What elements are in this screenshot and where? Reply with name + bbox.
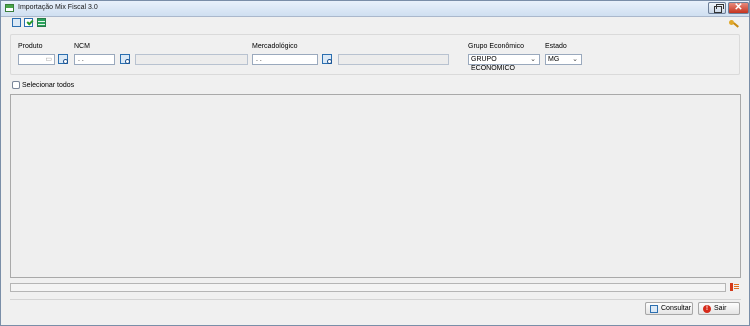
restore-icon-front: [714, 6, 722, 13]
title-bar: Importação Mix Fiscal 3.0 ✕: [1, 1, 749, 17]
ncm-value: . .: [78, 56, 84, 63]
produto-field[interactable]: ▭: [18, 54, 55, 65]
ncm-label: NCM: [74, 43, 90, 50]
footer-divider: [10, 299, 741, 320]
select-all-checkbox[interactable]: [12, 81, 20, 89]
ncm-search-icon[interactable]: [120, 54, 130, 64]
produto-label: Produto: [18, 43, 43, 50]
chevron-down-icon: ⌄: [530, 56, 536, 63]
close-icon: ✕: [734, 2, 743, 13]
status-bar: [10, 283, 726, 292]
produto-search-icon[interactable]: [58, 54, 68, 64]
ncm-description-field: [135, 54, 248, 65]
close-button[interactable]: ✕: [728, 2, 749, 14]
chevron-down-icon: ⌄: [572, 56, 578, 63]
exit-icon: !: [703, 305, 711, 313]
mercadologico-field[interactable]: . .: [252, 54, 318, 65]
sair-button[interactable]: ! Sair: [698, 302, 740, 315]
results-grid[interactable]: [10, 94, 741, 278]
mercadologico-value: . .: [256, 56, 262, 63]
grupo-economico-value: GRUPO ECONOMICO: [471, 56, 515, 72]
produto-stepper-icon: ▭: [45, 56, 52, 63]
key-icon[interactable]: [729, 20, 739, 28]
consult-toolbar-icon[interactable]: [12, 18, 21, 27]
window-title: Importação Mix Fiscal 3.0: [18, 4, 98, 11]
estado-select[interactable]: MG ⌄: [545, 54, 582, 65]
select-all-label[interactable]: Selecionar todos: [22, 82, 74, 89]
search-lookup-icon: [650, 305, 658, 313]
ncm-field[interactable]: . .: [74, 54, 115, 65]
spreadsheet-toolbar-icon[interactable]: [37, 18, 46, 27]
approve-toolbar-icon[interactable]: [24, 18, 33, 27]
mercadologico-search-icon[interactable]: [322, 54, 332, 64]
grupo-economico-select[interactable]: GRUPO ECONOMICO ⌄: [468, 54, 540, 72]
sair-label: Sair: [714, 305, 727, 312]
estado-value: MG: [548, 56, 560, 63]
status-list-icon[interactable]: [730, 283, 740, 292]
consultar-label: Consultar: [661, 305, 691, 312]
mercadologico-description-field: [338, 54, 449, 65]
grupo-economico-label: Grupo Econômico: [468, 43, 525, 50]
estado-label: Estado: [545, 43, 567, 50]
mercadologico-label: Mercadológico: [252, 43, 298, 50]
window-app-icon: [5, 4, 14, 12]
consultar-button[interactable]: Consultar: [645, 302, 693, 315]
restore-button[interactable]: [708, 2, 726, 14]
